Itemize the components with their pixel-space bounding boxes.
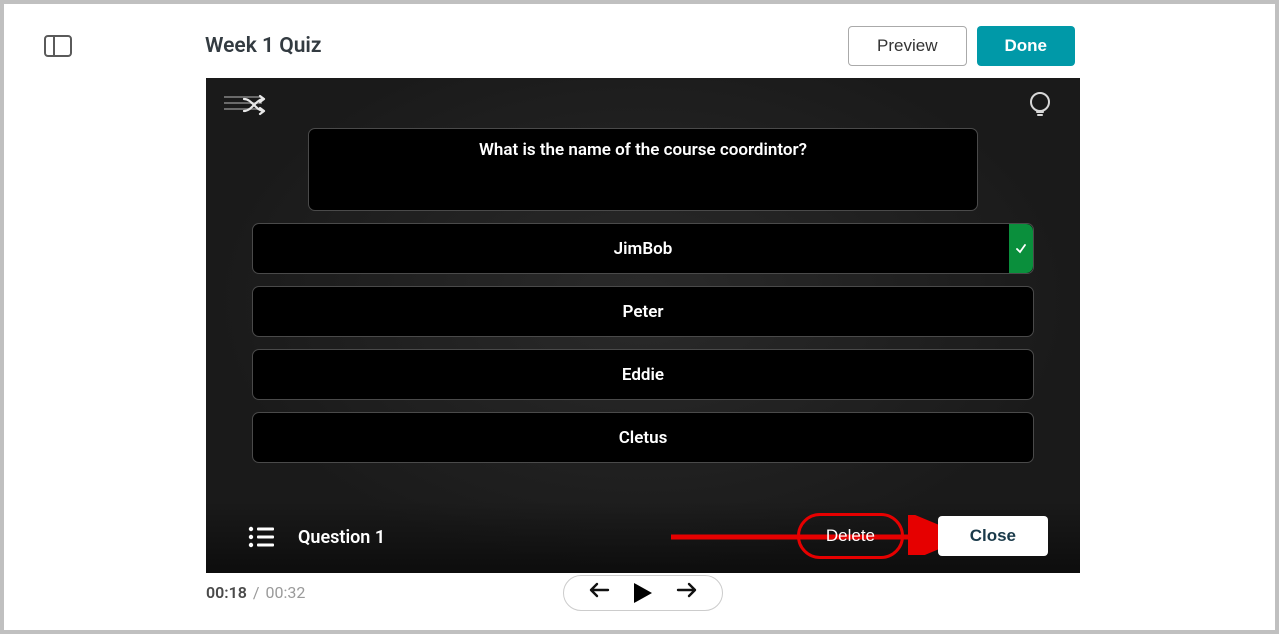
header-actions: Preview Done — [848, 26, 1075, 66]
preview-button[interactable]: Preview — [848, 26, 966, 66]
shuffle-arrows-icon — [242, 94, 270, 116]
answer-label: Cletus — [619, 428, 668, 448]
shuffle-icon[interactable] — [224, 88, 268, 118]
correct-check-icon — [1009, 224, 1033, 273]
question-indicator: Question 1 — [298, 527, 385, 548]
answers-list: JimBob Peter Eddie Cletus — [252, 223, 1034, 463]
hint-lightbulb-icon[interactable] — [1028, 90, 1052, 120]
question-list-icon[interactable] — [248, 526, 274, 548]
answer-label: Peter — [623, 302, 664, 322]
page-title: Week 1 Quiz — [205, 34, 848, 58]
play-controls — [563, 575, 723, 611]
panel-toggle-icon[interactable] — [44, 35, 72, 57]
answer-label: JimBob — [614, 239, 673, 259]
time-separator: / — [253, 583, 260, 602]
answer-option[interactable]: Cletus — [252, 412, 1034, 463]
app-frame: Week 1 Quiz Preview Done — [4, 4, 1275, 630]
top-bar: Week 1 Quiz Preview Done — [4, 4, 1275, 66]
answer-option[interactable]: Eddie — [252, 349, 1034, 400]
answer-label: Eddie — [622, 365, 664, 385]
done-button[interactable]: Done — [977, 26, 1076, 66]
timeline: 00:18 / 00:32 — [206, 583, 1080, 602]
answer-option[interactable]: JimBob — [252, 223, 1034, 274]
question-text[interactable]: What is the name of the course coordinto… — [308, 128, 978, 211]
time-current: 00:18 — [206, 583, 247, 602]
close-button[interactable]: Close — [938, 516, 1048, 556]
time-total: 00:32 — [266, 583, 306, 602]
play-icon[interactable] — [632, 581, 654, 605]
delete-button[interactable]: Delete — [797, 513, 904, 559]
stage-top — [206, 78, 1080, 118]
stage-wrap: What is the name of the course coordinto… — [206, 78, 1080, 602]
stage-footer: Question 1 Delete Close — [206, 501, 1080, 573]
prev-arrow-icon[interactable] — [588, 581, 610, 604]
next-arrow-icon[interactable] — [676, 581, 698, 604]
answer-option[interactable]: Peter — [252, 286, 1034, 337]
quiz-stage: What is the name of the course coordinto… — [206, 78, 1080, 573]
